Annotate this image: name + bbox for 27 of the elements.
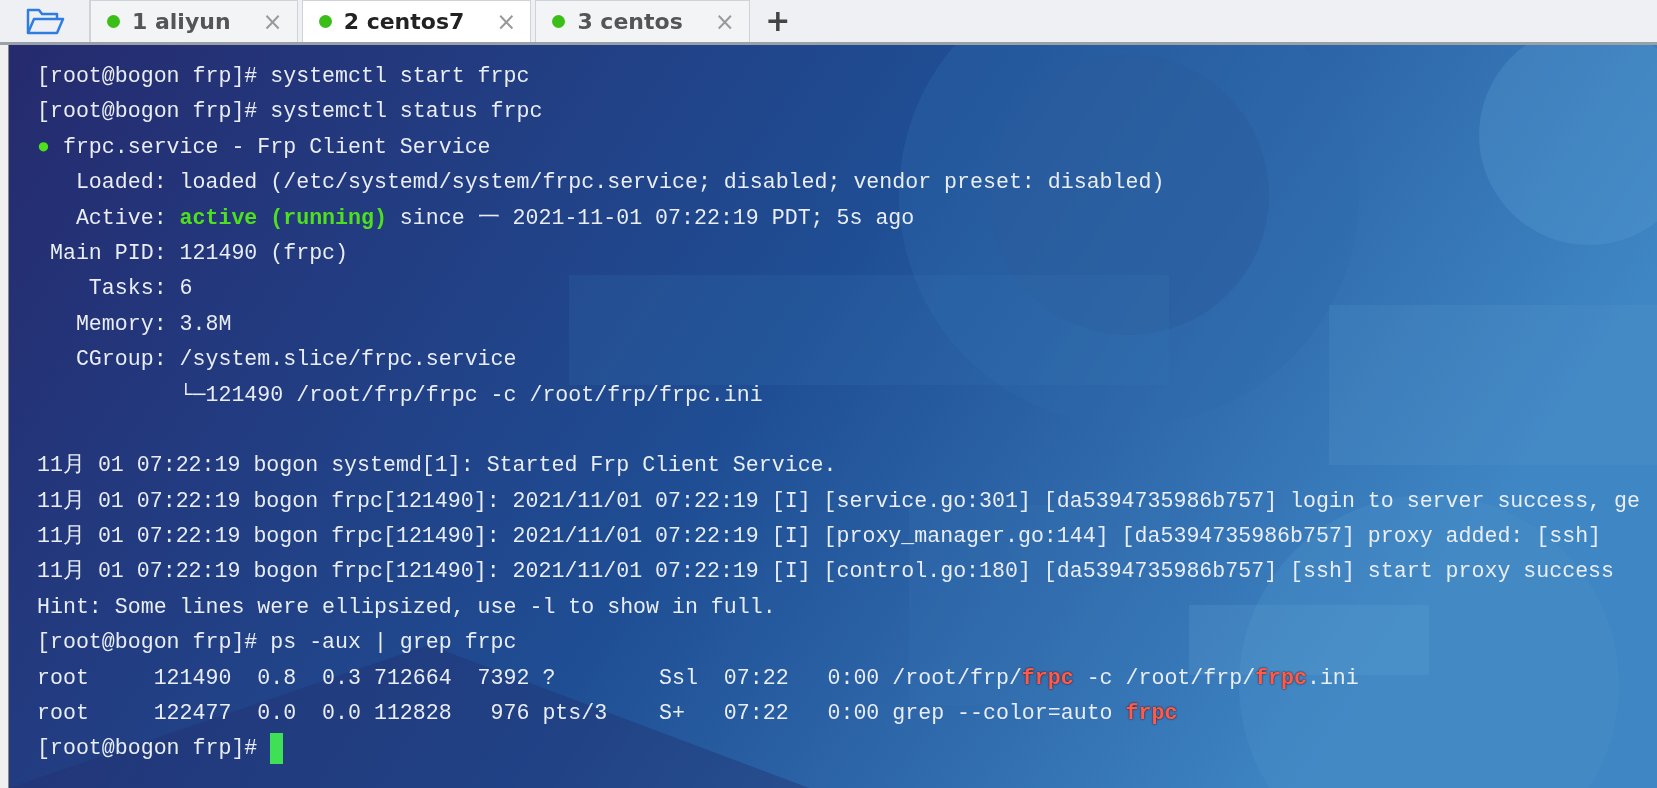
terminal-line: 11月 01 07:22:19 bogon frpc[121490]: 2021/11/01 07:22:19 [I] [service.go:301] [da5394735986b757] login to server success, ge xyxy=(37,487,1641,515)
terminal-line: Loaded: loaded (/etc/systemd/system/frpc.service; disabled; vendor preset: disabled) xyxy=(74,169,1166,197)
status-dot-icon xyxy=(552,15,566,28)
terminal-line: ● frpc.service - Frp Client Service xyxy=(37,133,492,161)
status-dot-icon xyxy=(318,15,332,28)
terminal-tab[interactable]: 2 centos7 × xyxy=(301,0,532,42)
text-cursor xyxy=(270,733,284,765)
terminal-line: 11月 01 07:22:19 bogon systemd[1]: Started Frp Client Service. xyxy=(37,452,838,480)
terminal-tab[interactable]: 1 aliyun × xyxy=(90,0,298,42)
terminal-line: [root@bogon frp]# systemctl status frpc xyxy=(37,98,544,126)
terminal-line: [root@bogon frp]# systemctl start frpc xyxy=(37,63,531,90)
terminal-line: [root@bogon frp]# xyxy=(37,731,1657,767)
terminal-line: Active: active (running) since 一 2021-11-01 07:22:19 PDT; 5s ago xyxy=(74,204,916,232)
terminal-line: Hint: Some lines were ellipsized, use -l to show in full. xyxy=(37,593,777,621)
terminal-line: Tasks: 6 xyxy=(87,275,194,303)
terminal-line: 11月 01 07:22:19 bogon frpc[121490]: 2021/11/01 07:22:19 [I] [proxy_manager.go:144] [da5394735986b757] proxy added: [ssh] xyxy=(37,523,1603,551)
terminal-line: └─121490 /root/frp/frpc -c /root/frp/frpc.ini xyxy=(178,381,764,409)
terminal-line: 11月 01 07:22:19 bogon frpc[121490]: 2021/11/01 07:22:19 [I] [control.go:180] [da5394735986b757] [ssh] start proxy success xyxy=(37,558,1615,586)
terminal-tab[interactable]: 3 centos × xyxy=(535,0,750,42)
terminal-line: root 121490 0.8 0.3 712664 7392 ? Ssl 07:22 0:00 /root/frp/frpc -c /root/frp/frpc.ini xyxy=(37,664,1360,692)
terminal-line: [root@bogon frp]# ps -aux | grep frpc xyxy=(37,629,518,657)
folder-icon xyxy=(24,6,65,36)
terminal-line: Main PID: 121490 (frpc) xyxy=(48,239,349,267)
status-dot-icon xyxy=(107,15,120,28)
terminal-line: CGroup: /system.slice/frpc.service xyxy=(74,346,518,374)
terminal-line: Memory: 3.8M xyxy=(74,310,233,338)
terminal-line: root 122477 0.0 0.0 112828 976 pts/3 S+ 07:22 0:00 grep --color=auto frpc xyxy=(37,700,1179,728)
